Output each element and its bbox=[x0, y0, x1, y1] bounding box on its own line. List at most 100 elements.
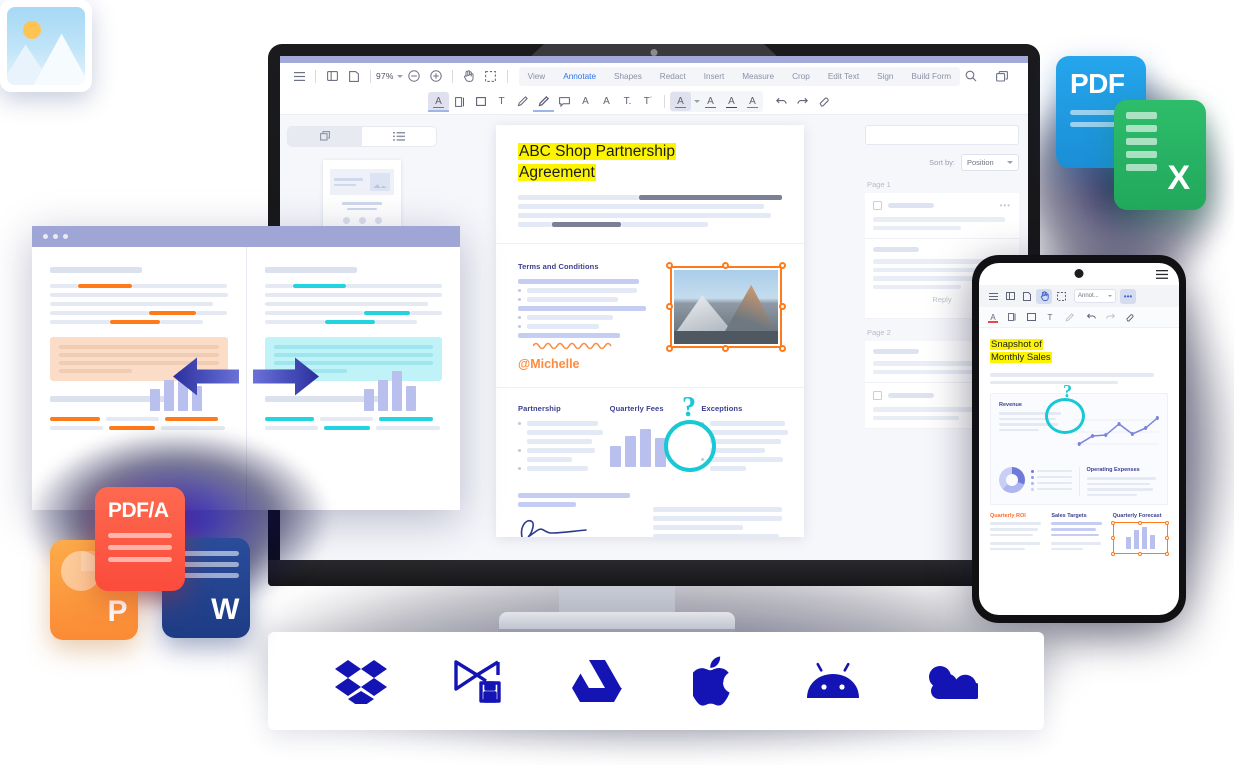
comment-author bbox=[888, 393, 934, 398]
resize-handle-s[interactable] bbox=[1137, 551, 1142, 556]
comment-checkbox[interactable] bbox=[873, 391, 882, 400]
resize-handle-e[interactable] bbox=[1165, 535, 1170, 540]
note-icon[interactable] bbox=[554, 92, 575, 111]
text-box-icon[interactable] bbox=[449, 92, 470, 111]
underline-dark-icon[interactable]: A bbox=[721, 92, 742, 111]
marker-icon[interactable] bbox=[533, 92, 554, 112]
select-area-icon[interactable] bbox=[1053, 289, 1069, 304]
phone-camera-icon bbox=[1074, 269, 1084, 278]
zoom-in-icon[interactable] bbox=[425, 66, 447, 86]
apple-logo bbox=[686, 656, 744, 706]
resize-handle-se[interactable] bbox=[1165, 551, 1170, 556]
resize-handle-w[interactable] bbox=[1111, 535, 1116, 540]
sidebar-panel-icon[interactable] bbox=[1002, 289, 1018, 304]
pdf-document[interactable]: ABC Shop Partnership Agreement Terms and… bbox=[496, 125, 804, 537]
outline-list-icon[interactable] bbox=[362, 127, 436, 146]
select-area-icon[interactable] bbox=[480, 66, 502, 86]
marker-icon[interactable] bbox=[1061, 310, 1077, 325]
menu-item-crop[interactable]: Crop bbox=[783, 67, 819, 86]
hamburger-menu-icon[interactable] bbox=[1154, 267, 1170, 282]
eraser-icon[interactable] bbox=[1121, 310, 1137, 325]
phone-mode-select[interactable]: Annot... bbox=[1074, 289, 1116, 303]
eraser-icon[interactable] bbox=[813, 92, 834, 111]
download-icon[interactable] bbox=[1022, 66, 1028, 86]
window-icon[interactable] bbox=[991, 66, 1013, 86]
menu-item-sign[interactable]: Sign bbox=[868, 67, 902, 86]
redo-icon[interactable] bbox=[1102, 310, 1118, 325]
resize-handle-s[interactable] bbox=[722, 345, 729, 352]
resize-handle-sw[interactable] bbox=[666, 345, 673, 352]
phone-mini-label-targets: Sales Targets bbox=[1051, 513, 1087, 520]
pencil-icon[interactable] bbox=[512, 92, 533, 111]
highlight-text-icon[interactable]: A bbox=[985, 310, 1001, 325]
zoom-out-icon[interactable] bbox=[403, 66, 425, 86]
file-badge-pdfa-lines bbox=[108, 533, 172, 562]
document-title: ABC Shop Partnership Agreement bbox=[518, 141, 782, 183]
integrations-bar bbox=[268, 632, 1044, 730]
compare-title-bar bbox=[32, 226, 460, 247]
resize-handle-nw[interactable] bbox=[1111, 520, 1116, 525]
comment-item[interactable]: ••• bbox=[865, 193, 1019, 239]
comments-search-input[interactable] bbox=[865, 125, 1019, 145]
window-close-icon[interactable] bbox=[43, 234, 48, 239]
comment-more-icon[interactable]: ••• bbox=[1000, 201, 1011, 210]
resize-handle-n[interactable] bbox=[722, 262, 729, 269]
menu-item-measure[interactable]: Measure bbox=[733, 67, 783, 86]
superscript-icon[interactable]: T˙ bbox=[638, 92, 659, 111]
menu-item-view[interactable]: View bbox=[519, 67, 555, 86]
menu-item-insert[interactable]: Insert bbox=[695, 67, 733, 86]
text-color-icon[interactable]: A bbox=[670, 92, 691, 111]
text-icon[interactable]: T bbox=[491, 92, 512, 111]
page-view-icon[interactable] bbox=[1019, 289, 1035, 304]
menu-item-build-form[interactable]: Build Form bbox=[902, 67, 960, 86]
underline-green-icon[interactable]: A bbox=[742, 92, 763, 111]
phone-donut-legend bbox=[1031, 469, 1072, 491]
sort-by-value: Position bbox=[967, 158, 994, 167]
phone-operating-label: Operating Expenses bbox=[1086, 467, 1140, 473]
phone-selected-chart[interactable] bbox=[1111, 520, 1170, 556]
hamburger-menu-icon[interactable] bbox=[985, 289, 1001, 304]
pan-hand-icon[interactable] bbox=[1036, 288, 1052, 304]
highlight-text-icon[interactable]: A bbox=[428, 92, 449, 112]
menu-item-shapes[interactable]: Shapes bbox=[605, 67, 651, 86]
resize-handle-e[interactable] bbox=[779, 303, 786, 310]
selected-image-object[interactable] bbox=[666, 262, 786, 352]
undo-icon[interactable] bbox=[771, 92, 792, 111]
more-horizontal-icon[interactable]: ••• bbox=[1120, 288, 1136, 304]
menu-item-redact[interactable]: Redact bbox=[651, 67, 695, 86]
undo-icon[interactable] bbox=[1083, 310, 1099, 325]
strikethrough-icon[interactable]: A bbox=[596, 92, 617, 111]
rectangle-icon[interactable] bbox=[470, 92, 491, 111]
hamburger-menu-icon[interactable] bbox=[288, 66, 310, 86]
window-maximize-icon[interactable] bbox=[63, 234, 68, 239]
resize-handle-nw[interactable] bbox=[666, 262, 673, 269]
sort-by-select[interactable]: Position bbox=[961, 154, 1019, 171]
resize-handle-ne[interactable] bbox=[779, 262, 786, 269]
columns-section: Partnership Quarterly Fees Exceptions ? bbox=[496, 387, 804, 537]
search-icon[interactable] bbox=[960, 66, 982, 86]
thumbnail-grid-icon[interactable] bbox=[288, 127, 362, 146]
resize-handle-se[interactable] bbox=[779, 345, 786, 352]
page-view-icon[interactable] bbox=[343, 66, 365, 86]
menu-item-edit-text[interactable]: Edit Text bbox=[819, 67, 868, 86]
pan-hand-icon[interactable] bbox=[458, 66, 480, 86]
text-box-icon[interactable] bbox=[1004, 310, 1020, 325]
menu-item-annotate[interactable]: Annotate bbox=[554, 67, 605, 86]
squiggly-icon[interactable]: A bbox=[575, 92, 596, 111]
zoom-level-value[interactable]: 97% bbox=[376, 71, 394, 81]
resize-handle-ne[interactable] bbox=[1165, 520, 1170, 525]
comment-checkbox[interactable] bbox=[873, 201, 882, 210]
rectangle-icon[interactable] bbox=[1023, 310, 1039, 325]
resize-handle-sw[interactable] bbox=[1111, 551, 1116, 556]
redo-icon[interactable] bbox=[792, 92, 813, 111]
resize-handle-n[interactable] bbox=[1137, 520, 1142, 525]
phone-document[interactable]: Snapshot of Monthly Sales Revenue ? Oper… bbox=[979, 328, 1179, 564]
resize-handle-w[interactable] bbox=[666, 303, 673, 310]
sidebar-panel-icon[interactable] bbox=[321, 66, 343, 86]
underline-blue-icon[interactable]: A bbox=[700, 92, 721, 111]
subscript-icon[interactable]: T. bbox=[617, 92, 638, 111]
thumbnail-hero bbox=[330, 169, 394, 195]
phone-document-title: Snapshot of Monthly Sales bbox=[990, 338, 1168, 364]
text-icon[interactable]: T bbox=[1042, 310, 1058, 325]
window-minimize-icon[interactable] bbox=[53, 234, 58, 239]
